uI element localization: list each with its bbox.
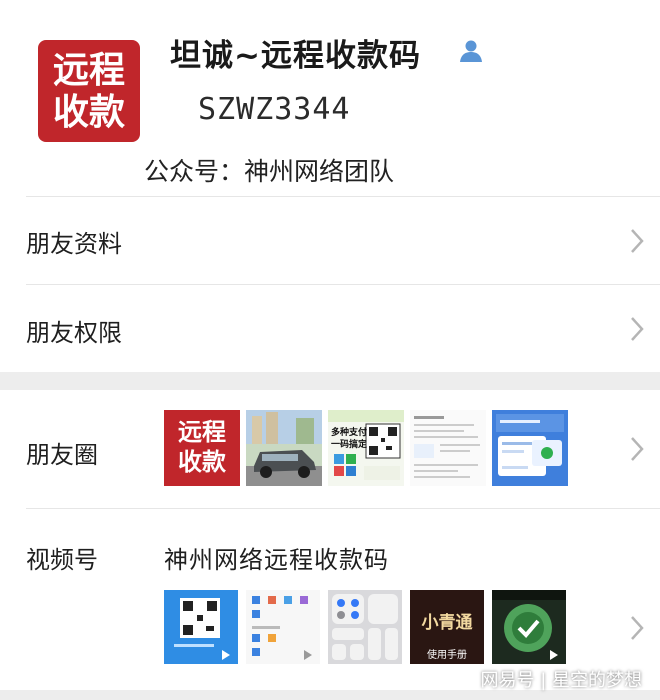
thumb-text-line2: 收款	[178, 447, 226, 476]
payment-card-icon	[492, 410, 568, 486]
thumb-subtitle: 使用手册	[427, 650, 467, 661]
friend-permissions-row[interactable]: 朋友权限	[0, 285, 660, 372]
control-center-icon	[328, 590, 402, 664]
channel-video-thumbnail[interactable]: 小青通 使用手册	[410, 590, 484, 664]
channel-video-thumbnail[interactable]	[246, 590, 320, 664]
chevron-right-icon	[631, 229, 644, 253]
friend-profile-row[interactable]: 朋友资料	[0, 197, 660, 284]
thumb-text-line2: 一码搞定	[331, 440, 368, 450]
channel-video-thumbnail[interactable]	[328, 590, 402, 664]
moments-label: 朋友圈	[26, 441, 98, 469]
channel-name: 神州网络远程收款码	[164, 546, 389, 574]
wechat-pay-icon	[492, 590, 566, 664]
qr-code-icon	[164, 590, 238, 664]
thumb-text-line1: 远程	[178, 417, 226, 446]
watermark: 网易号 | 星空的梦想	[480, 670, 642, 691]
chevron-right-icon	[631, 317, 644, 341]
friend-permissions-label: 朋友权限	[26, 319, 122, 347]
avatar-text-line1: 远程	[52, 49, 125, 91]
car-photo-icon	[246, 410, 322, 486]
moments-row[interactable]: 朋友圈 远程 收款 多种支付 一码搞定	[0, 390, 660, 508]
chevron-right-icon	[631, 437, 644, 461]
app-screenshot-icon	[246, 590, 320, 664]
channel-video-thumbnail[interactable]	[492, 590, 566, 664]
avatar[interactable]: 远程 收款	[38, 40, 140, 142]
channels-label: 视频号	[26, 546, 98, 574]
wechat-id: SZWZ3344	[198, 92, 351, 127]
avatar-text-line2: 收款	[52, 91, 125, 133]
moments-thumbnail[interactable]	[410, 410, 486, 486]
document-screenshot-icon	[410, 410, 486, 486]
chevron-right-icon	[631, 616, 644, 640]
moments-thumbnail[interactable]: 多种支付 一码搞定	[328, 410, 404, 486]
thumb-text-line1: 多种支付	[331, 428, 368, 438]
friend-profile-label: 朋友资料	[26, 230, 122, 258]
moments-thumbnail[interactable]	[492, 410, 568, 486]
profile-header: 远程 收款 坦诚~远程收款码 SZWZ3344 公众号：神州网络团队	[0, 0, 660, 196]
contact-name: 坦诚~远程收款码	[170, 38, 421, 74]
person-icon	[460, 40, 482, 62]
thumb-title: 小青通	[421, 613, 473, 633]
moments-thumbnail[interactable]: 远程 收款	[164, 410, 240, 486]
section-gap	[0, 372, 660, 390]
moments-thumbnail[interactable]	[246, 410, 322, 486]
official-account-label: 公众号：神州网络团队	[144, 157, 395, 186]
channel-video-thumbnail[interactable]	[164, 590, 238, 664]
